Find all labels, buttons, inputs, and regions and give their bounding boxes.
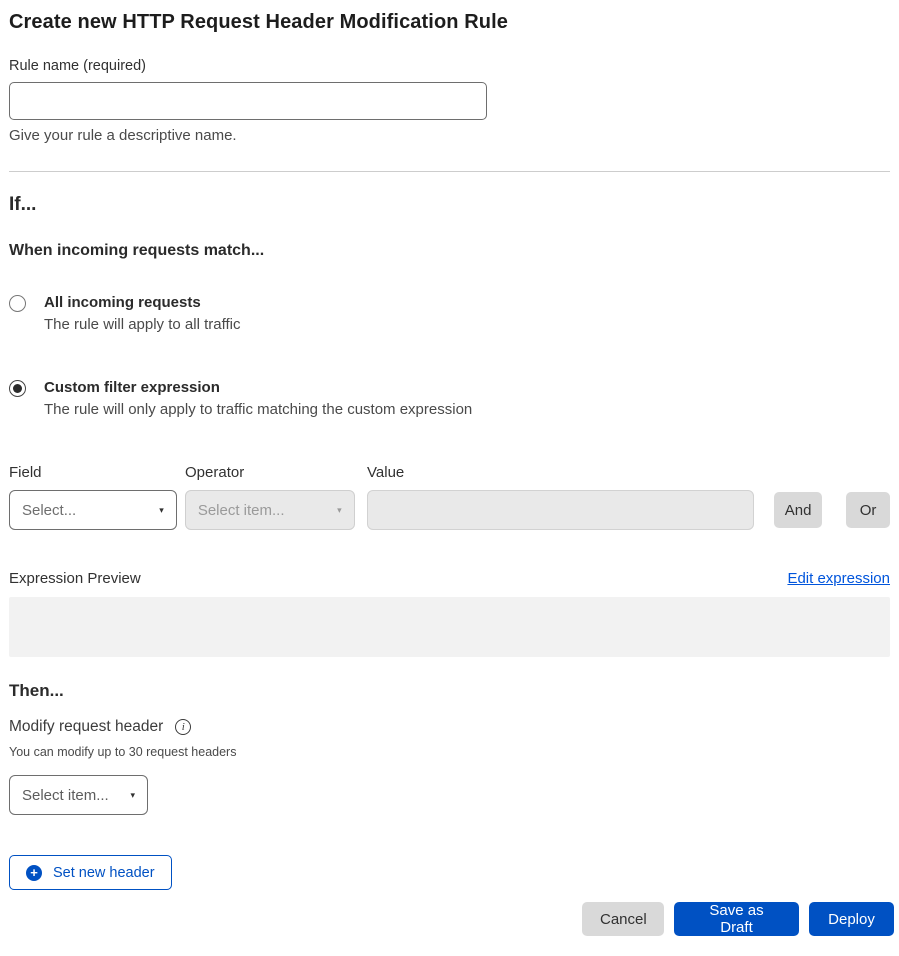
header-action-select[interactable]: Select item... ▾ [9,775,148,815]
set-new-header-button[interactable]: + Set new header [9,855,172,890]
modify-header-row: Modify request header i [9,718,890,736]
expression-builder-row: Select... ▾ Select item... ▾ And Or [9,490,890,530]
value-label: Value [367,464,404,481]
footer-actions: Cancel Save as Draft Deploy [582,902,894,936]
radio-desc-all-incoming: The rule will apply to all traffic [44,316,240,333]
field-select[interactable]: Select... ▾ [9,490,177,530]
then-section-heading: Then... [9,681,890,701]
info-icon[interactable]: i [175,719,191,735]
radio-unselected-icon[interactable] [9,295,26,312]
operator-select-value: Select item... [198,502,285,519]
cancel-button[interactable]: Cancel [582,902,664,936]
radio-label-custom-filter: Custom filter expression [44,379,472,396]
rule-name-help: Give your rule a descriptive name. [9,127,890,144]
radio-desc-custom-filter: The rule will only apply to traffic matc… [44,401,472,418]
operator-select-disabled[interactable]: Select item... ▾ [185,490,355,530]
header-action-select-value: Select item... [22,787,109,804]
radio-texts: All incoming requests The rule will appl… [44,294,240,333]
and-button[interactable]: And [774,492,822,528]
modify-request-header-label: Modify request header [9,718,163,736]
page-title: Create new HTTP Request Header Modificat… [9,11,890,34]
expression-preview-label: Expression Preview [9,570,141,587]
radio-texts: Custom filter expression The rule will o… [44,379,472,418]
radio-label-all-incoming: All incoming requests [44,294,240,311]
field-label: Field [9,464,185,481]
create-rule-page: Create new HTTP Request Header Modificat… [0,0,899,956]
if-section-heading: If... [9,194,890,216]
field-select-value: Select... [22,502,76,519]
modify-header-help: You can modify up to 30 request headers [9,745,890,759]
expression-builder-labels: Field Operator Value [9,464,890,481]
caret-down-icon: ▾ [337,505,342,516]
rule-name-label: Rule name (required) [9,58,890,74]
save-as-draft-button[interactable]: Save as Draft [674,902,799,936]
rule-name-input[interactable] [9,82,487,120]
radio-selected-icon[interactable] [9,380,26,397]
section-divider [9,171,890,172]
radio-option-custom-filter[interactable]: Custom filter expression The rule will o… [9,379,890,418]
set-new-header-label: Set new header [53,865,155,881]
plus-circle-icon: + [26,865,42,881]
expression-preview-header: Expression Preview Edit expression [9,570,890,587]
radio-option-all-incoming[interactable]: All incoming requests The rule will appl… [9,294,890,333]
caret-down-icon: ▾ [159,505,164,516]
or-button[interactable]: Or [846,492,890,528]
caret-down-icon: ▾ [130,790,135,801]
match-subheading: When incoming requests match... [9,242,890,260]
edit-expression-link[interactable]: Edit expression [787,570,890,587]
operator-label: Operator [185,464,367,481]
value-input-disabled[interactable] [367,490,755,530]
deploy-button[interactable]: Deploy [809,902,894,936]
expression-preview-box [9,597,890,657]
